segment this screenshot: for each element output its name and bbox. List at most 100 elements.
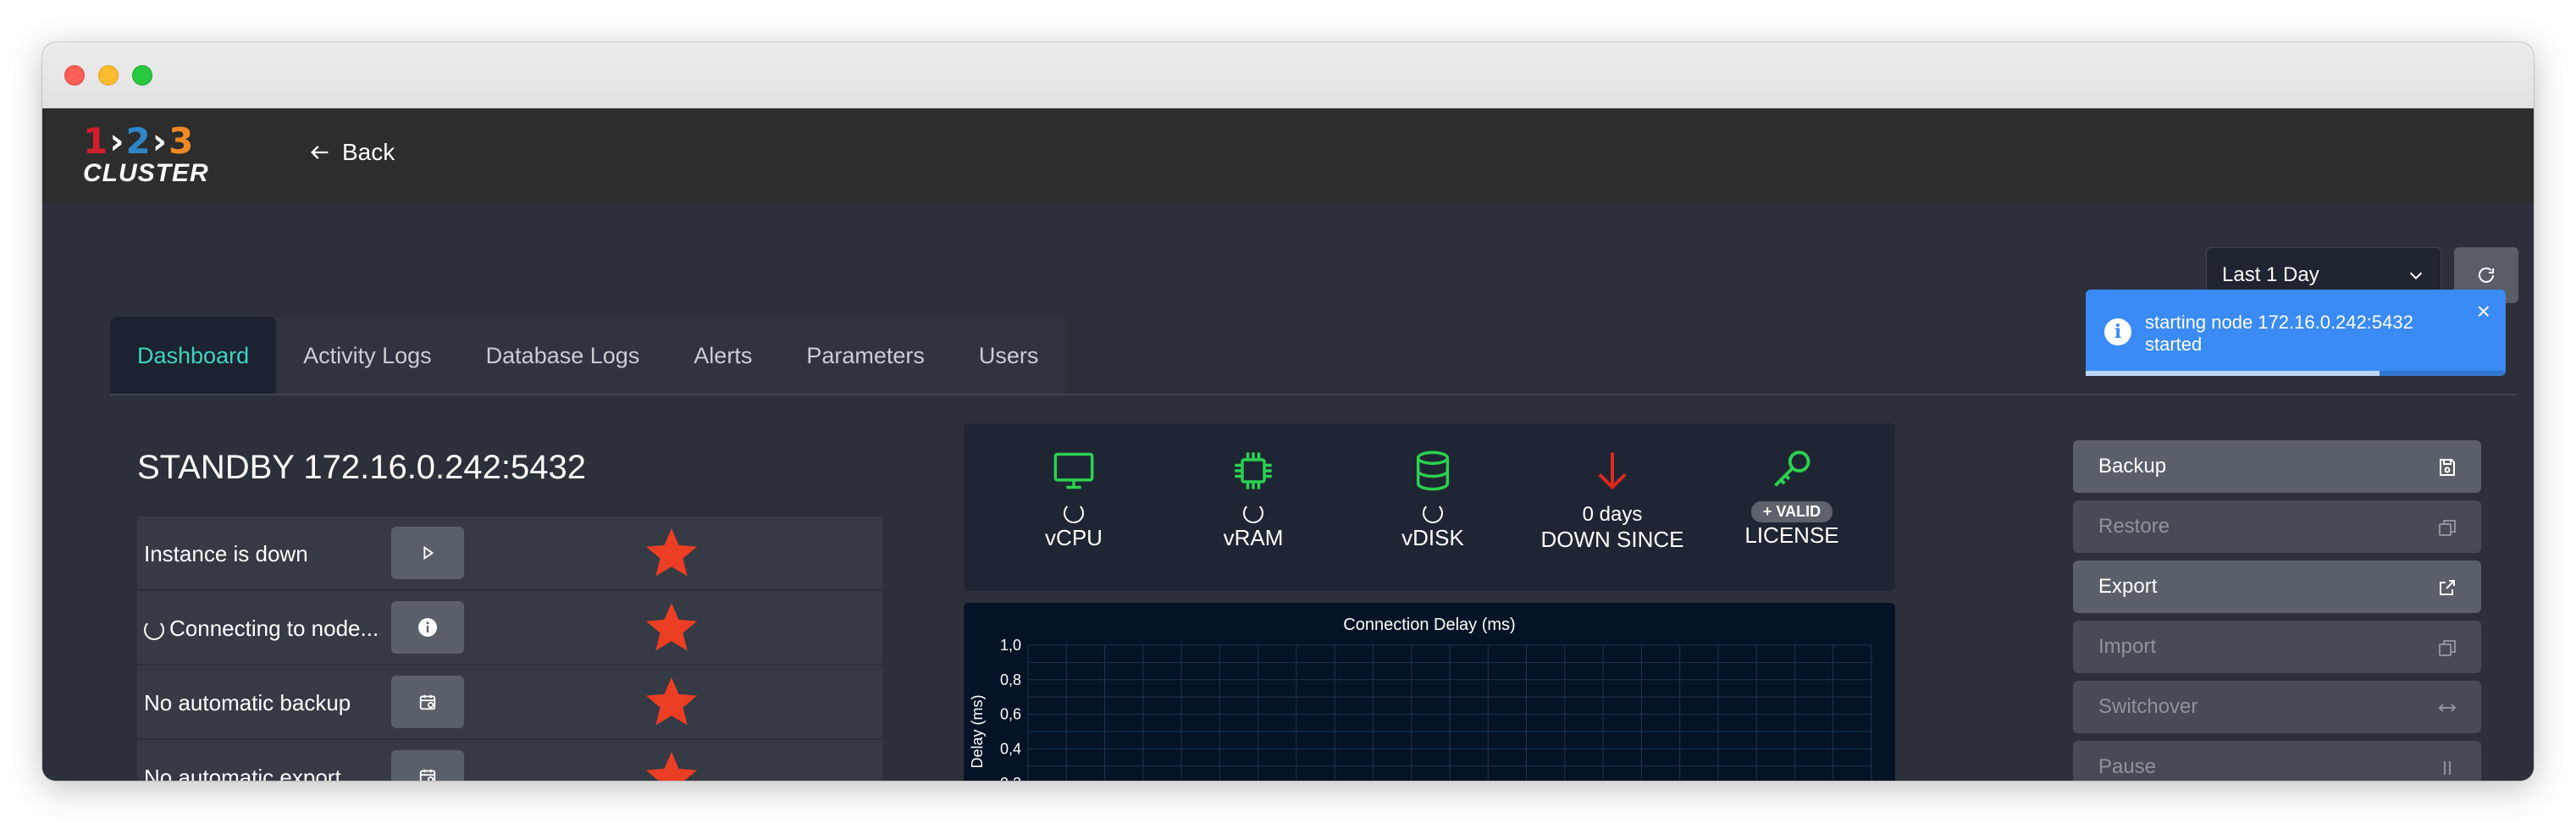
import-button[interactable]: Import — [2073, 621, 2481, 673]
tab-activity-logs[interactable]: Activity Logs — [276, 317, 459, 395]
time-range-value: Last 1 Day — [2222, 263, 2319, 286]
status-label: No automatic export — [144, 765, 341, 781]
status-row: No automatic export — [137, 740, 882, 781]
pause-button-label: Pause — [2098, 755, 2157, 778]
backup-button-label: Backup — [2098, 455, 2167, 478]
chart-svg: Connection Delay (ms) Delay (ms) 1,0 0,8 0… — [969, 616, 1872, 781]
export-button[interactable]: Export — [2073, 561, 2481, 613]
status-label: No automatic backup — [144, 690, 351, 715]
schedule-export-button[interactable] — [391, 750, 464, 781]
chart-y-tick-label: 0,4 — [1000, 740, 1021, 757]
metric-icon-wrap — [981, 442, 1167, 493]
metric-icon-wrap — [1340, 442, 1526, 493]
status-label: Instance is down — [144, 541, 308, 566]
switchover-button[interactable]: Switchover — [2073, 681, 2481, 733]
back-label: Back — [342, 139, 395, 165]
logo-chevron: › — [152, 120, 169, 162]
logo-digit-2: 2 — [125, 120, 152, 162]
chart-grid — [1027, 644, 1872, 781]
calendar-icon — [419, 694, 436, 710]
toast-progress-track — [2086, 371, 2506, 376]
tab-dashboard[interactable]: Dashboard — [110, 317, 277, 395]
copy-icon — [2439, 520, 2456, 536]
status-label-text: Connecting to node... — [169, 616, 379, 641]
restore-button[interactable]: Restore — [2073, 500, 2481, 553]
metric-icon-wrap — [1699, 442, 1885, 493]
restore-button-label: Restore — [2098, 515, 2170, 538]
close-window-button[interactable] — [64, 65, 85, 86]
metrics-panel: vCPU vRAM vDISK 0 days DOWN SINCE + VALI… — [964, 423, 1895, 591]
tab-alerts[interactable]: Alerts — [666, 317, 779, 395]
backup-button[interactable]: Backup — [2073, 440, 2481, 493]
arrow-left-icon — [311, 146, 329, 159]
metric-vdisk: vDISK — [1340, 442, 1526, 551]
save-icon — [2440, 459, 2455, 476]
calendar-icon — [419, 769, 436, 781]
node-status-table: Instance is down Connecting to node... N… — [137, 516, 882, 781]
pause-button[interactable]: Pause — [2073, 741, 2481, 781]
app-window: 1›2›3 CLUSTER Back Last 1 Day Dashboard … — [42, 42, 2534, 781]
copy-icon — [2439, 640, 2456, 656]
logo-digit-1: 1 — [83, 120, 110, 162]
star-icon — [646, 752, 697, 781]
chart-y-tick-label: 0,6 — [1000, 706, 1021, 723]
tab-bar: Dashboard Activity Logs Database Logs Al… — [110, 317, 1066, 395]
loading-spinner-icon — [1243, 503, 1263, 523]
status-row: Instance is down — [137, 516, 882, 591]
chevron-down-icon — [2409, 272, 2423, 280]
node-info-button[interactable] — [391, 601, 464, 654]
toast-message: starting node 172.16.0.242:5432 started — [2145, 312, 2413, 355]
star-icon — [646, 528, 697, 577]
minimize-window-button[interactable] — [98, 65, 119, 86]
metric-icon-wrap — [1519, 442, 1705, 493]
backup-button-icon-wrap — [2435, 456, 2459, 479]
tab-users[interactable]: Users — [952, 317, 1066, 395]
loading-spinner-icon — [144, 620, 164, 641]
connection-delay-chart: Connection Delay (ms) Delay (ms) 1,0 0,8 0… — [964, 603, 1895, 781]
logo-chevron: › — [109, 120, 126, 162]
swap-icon — [2438, 704, 2457, 712]
metric-label: vCPU — [1045, 525, 1103, 550]
switchover-button-label: Switchover — [2098, 695, 2198, 718]
top-navbar: 1›2›3 CLUSTER Back — [42, 108, 2534, 202]
metric-license: + VALID LICENSE — [1699, 442, 1885, 549]
close-icon[interactable]: × — [2477, 300, 2490, 323]
status-row: Connecting to node... — [137, 591, 882, 666]
monitor-icon — [1053, 452, 1094, 489]
schedule-backup-button[interactable] — [391, 676, 464, 728]
export-icon — [2440, 580, 2455, 595]
switchover-button-icon-wrap — [2435, 696, 2459, 720]
metric-vcpu: vCPU — [981, 442, 1167, 551]
maximize-window-button[interactable] — [132, 65, 152, 86]
import-button-label: Import — [2098, 635, 2157, 658]
loading-spinner-icon — [1064, 503, 1084, 523]
import-button-icon-wrap — [2435, 636, 2459, 660]
tab-database-logs[interactable]: Database Logs — [459, 317, 667, 395]
star-icon — [646, 677, 697, 726]
tab-divider — [110, 394, 2517, 395]
info-icon: i — [2104, 318, 2131, 345]
start-instance-button[interactable] — [391, 527, 464, 579]
play-icon — [423, 545, 434, 561]
metric-label: LICENSE — [1744, 522, 1839, 548]
app-logo[interactable]: 1›2›3 CLUSTER — [83, 120, 208, 193]
status-row: No automatic backup — [137, 666, 882, 740]
back-button[interactable]: Back — [308, 139, 395, 166]
refresh-icon — [2479, 267, 2494, 283]
tab-parameters[interactable]: Parameters — [779, 317, 952, 395]
chart-y-tick-label: 0,8 — [1000, 671, 1021, 688]
metric-label: vDISK — [1401, 525, 1464, 550]
toast-progress-bar — [2086, 371, 2380, 376]
star-icon — [646, 603, 697, 651]
metric-label: vRAM — [1223, 525, 1284, 550]
node-actions-panel: Backup Restore Export Import Switchover … — [2073, 440, 2481, 781]
arrow-down-icon — [1598, 452, 1627, 490]
key-icon — [1774, 450, 1810, 487]
metric-value: 0 days — [1582, 503, 1643, 526]
metric-label: DOWN SINCE — [1540, 527, 1684, 552]
export-button-label: Export — [2098, 575, 2158, 598]
chart-y-tick-label: 0,2 — [1000, 775, 1021, 781]
logo-text: CLUSTER — [83, 159, 209, 187]
logo-digit-3: 3 — [169, 120, 196, 162]
chart-y-tick-label: 1,0 — [1000, 637, 1021, 654]
